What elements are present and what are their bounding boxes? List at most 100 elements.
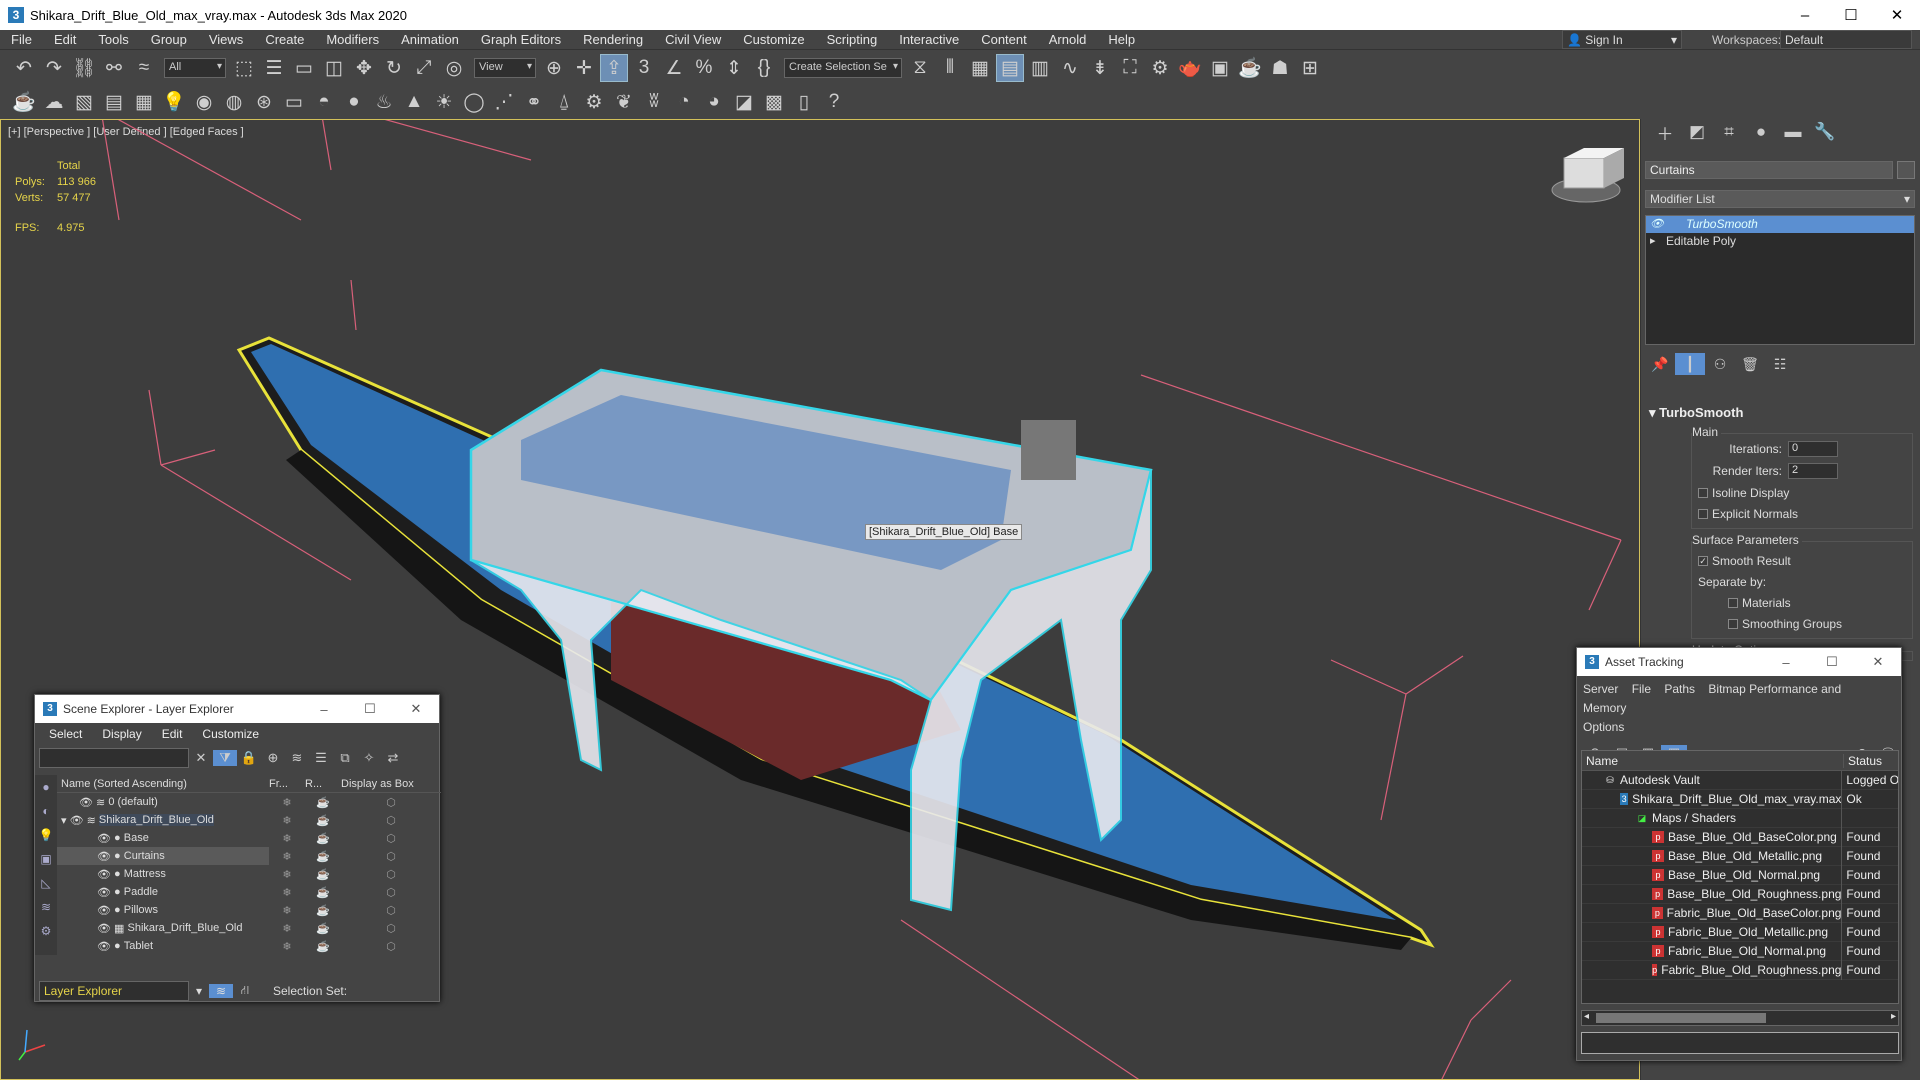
cloud-icon[interactable]: ☁	[40, 88, 68, 116]
freeze-icon[interactable]: ❄	[269, 886, 305, 899]
sync-icon[interactable]: ⇄	[381, 750, 405, 766]
asset-row[interactable]: p Base_Blue_Old_BaseColor.png Found	[1582, 827, 1898, 847]
maximize-icon[interactable]: ☐	[347, 695, 393, 723]
freeze-icon[interactable]: ❄	[269, 796, 305, 809]
molecule-icon[interactable]: ⚭	[520, 88, 548, 116]
menu-graph-editors[interactable]: Graph Editors	[470, 32, 572, 47]
lock-icon[interactable]: 🔒	[237, 750, 261, 766]
workspace-dropdown[interactable]: Default	[1780, 30, 1912, 49]
box-icon[interactable]: ⬡	[341, 940, 441, 953]
stack-item-turbosmooth[interactable]: 👁 TurboSmooth	[1646, 216, 1914, 233]
new-layer-icon[interactable]: ⊕	[261, 750, 285, 766]
eye-icon[interactable]: 👁	[97, 940, 111, 953]
filter-icon[interactable]: ⧩	[213, 750, 237, 766]
reel-icon[interactable]: ⊛	[250, 88, 278, 116]
object-row[interactable]: 👁 ▦ Shikara_Drift_Blue_Old ❄ ☕ ⬡	[57, 919, 441, 937]
frame-buffer-icon[interactable]: ◪	[730, 88, 758, 116]
asset-path-field[interactable]	[1581, 1032, 1899, 1054]
named-selection-dropdown[interactable]: Create Selection Se	[784, 58, 902, 78]
menu-views[interactable]: Views	[198, 32, 254, 47]
asset-row[interactable]: p Base_Blue_Old_Normal.png Found	[1582, 865, 1898, 885]
asset-row[interactable]: p Fabric_Blue_Old_Roughness.png Found	[1582, 960, 1898, 980]
create-tab-icon[interactable]: ＋	[1649, 120, 1681, 145]
scroll-right-icon[interactable]: ▸	[1891, 1011, 1896, 1022]
close-icon[interactable]: ✕	[1874, 0, 1920, 30]
render-production-icon[interactable]: ☕	[1236, 54, 1264, 82]
eye-icon[interactable]: 👁	[97, 886, 111, 899]
image-icon[interactable]: ▧	[70, 88, 98, 116]
display-geometry-icon[interactable]: ◐	[35, 799, 57, 823]
undo-icon[interactable]: ↶	[10, 54, 38, 82]
add-to-layer-icon[interactable]: ≋	[285, 750, 309, 766]
explorer-type-dropdown[interactable]: Layer Explorer	[39, 981, 189, 1001]
rectangular-selection-icon[interactable]: ▭	[290, 54, 318, 82]
scale-icon[interactable]: ⤢	[410, 54, 438, 82]
asset-row[interactable]: p Fabric_Blue_Old_Normal.png Found	[1582, 941, 1898, 961]
camera-icon[interactable]: ◉	[190, 88, 218, 116]
object-row[interactable]: 👁 ● Mattress ❄ ☕ ⬡	[57, 865, 441, 883]
render-icon[interactable]: ☕	[305, 922, 341, 935]
menu-scripting[interactable]: Scripting	[816, 32, 889, 47]
asset-row[interactable]: 3 Shikara_Drift_Blue_Old_max_vray.max Ok	[1582, 789, 1898, 809]
light-bulb-icon[interactable]: 💡	[160, 88, 188, 116]
layer-row[interactable]: ▾ 👁 ≋ Shikara_Drift_Blue_Old ❄ ☕ ⬡	[57, 811, 441, 829]
menu-create[interactable]: Create	[254, 32, 315, 47]
render-icon[interactable]: ☕	[305, 940, 341, 953]
menu-help[interactable]: Help	[1097, 32, 1146, 47]
se-menu-display[interactable]: Display	[102, 727, 141, 741]
redo-icon[interactable]: ↷	[40, 54, 68, 82]
render-icon[interactable]: ☕	[305, 796, 341, 809]
freeze-icon[interactable]: ❄	[269, 904, 305, 917]
rotate-icon[interactable]: ↻	[380, 54, 408, 82]
minimize-icon[interactable]: –	[1782, 0, 1828, 30]
object-row[interactable]: 👁 ● Base ❄ ☕ ⬡	[57, 829, 441, 847]
display-helpers-icon[interactable]: ◺	[35, 871, 57, 895]
render-icon[interactable]: ☕	[305, 850, 341, 863]
freeze-icon[interactable]: ❄	[269, 940, 305, 953]
dope-sheet-icon[interactable]: ⇟	[1086, 54, 1114, 82]
object-row[interactable]: 👁 ● Tablet ❄ ☕ ⬡	[57, 937, 441, 955]
box-icon[interactable]: ⬡	[341, 868, 441, 881]
box-icon[interactable]: ⬡	[341, 922, 441, 935]
object-row[interactable]: 👁 ● Curtains ❄ ☕ ⬡	[57, 847, 441, 865]
doc-icon[interactable]: ▯	[790, 88, 818, 116]
remove-modifier-icon[interactable]: 🗑	[1735, 353, 1765, 375]
display-spacewarps-icon[interactable]: ≋	[35, 895, 57, 919]
maximize-icon[interactable]: ☐	[1828, 0, 1874, 30]
asset-tracking-titlebar[interactable]: 3 Asset Tracking – ☐ ✕	[1577, 648, 1901, 676]
close-icon[interactable]: ✕	[393, 695, 439, 723]
keyboard-shortcut-override-icon[interactable]: ⇪	[600, 54, 628, 82]
freeze-icon[interactable]: ❄	[269, 832, 305, 845]
toggle-ribbon-icon[interactable]: ▥	[1026, 54, 1054, 82]
render-iters-spinner[interactable]: 2	[1788, 463, 1838, 479]
place-icon[interactable]: ◎	[440, 54, 468, 82]
minimize-icon[interactable]: –	[1763, 648, 1809, 676]
display-objects-icon[interactable]: ●	[35, 775, 57, 799]
box-icon[interactable]: ⬡	[341, 850, 441, 863]
horizontal-scrollbar[interactable]: ◂ ▸	[1581, 1010, 1899, 1026]
layer-stack-icon[interactable]: ☰	[309, 750, 333, 766]
toggle-scene-explorer-icon[interactable]: ▦	[966, 54, 994, 82]
column-freeze[interactable]: Fr...	[269, 778, 305, 790]
rendered-frame-window-icon[interactable]: ▣	[1206, 54, 1234, 82]
select-manipulate-icon[interactable]: ✛	[570, 54, 598, 82]
align-icon[interactable]: ⫴	[936, 54, 964, 82]
sign-in-dropdown[interactable]: 👤 Sign In ▾	[1562, 30, 1682, 49]
help-icon[interactable]: ?	[820, 88, 848, 116]
box-icon[interactable]: ⬡	[341, 796, 441, 809]
move-icon[interactable]: ✥	[350, 54, 378, 82]
clear-search-icon[interactable]: ✕	[189, 750, 213, 766]
hierarchy-tab-icon[interactable]: ⌗	[1713, 122, 1745, 142]
menu-group[interactable]: Group	[140, 32, 198, 47]
modifier-list-dropdown[interactable]: Modifier List ▾	[1645, 190, 1915, 208]
menu-file[interactable]: File	[0, 32, 43, 47]
show-end-result-icon[interactable]: ┃	[1675, 353, 1705, 375]
menu-customize[interactable]: Customize	[732, 32, 815, 47]
explicit-normals-checkbox[interactable]: Explicit Normals	[1698, 503, 1906, 524]
at-menu-paths[interactable]: Paths	[1664, 682, 1695, 696]
asset-row[interactable]: p Base_Blue_Old_Roughness.png Found	[1582, 884, 1898, 904]
curve-editor-icon[interactable]: ∿	[1056, 54, 1084, 82]
eye-icon[interactable]: 👁	[97, 922, 111, 935]
render-in-cloud-icon[interactable]: ⊞	[1296, 54, 1324, 82]
column-name[interactable]: Name	[1582, 753, 1844, 768]
